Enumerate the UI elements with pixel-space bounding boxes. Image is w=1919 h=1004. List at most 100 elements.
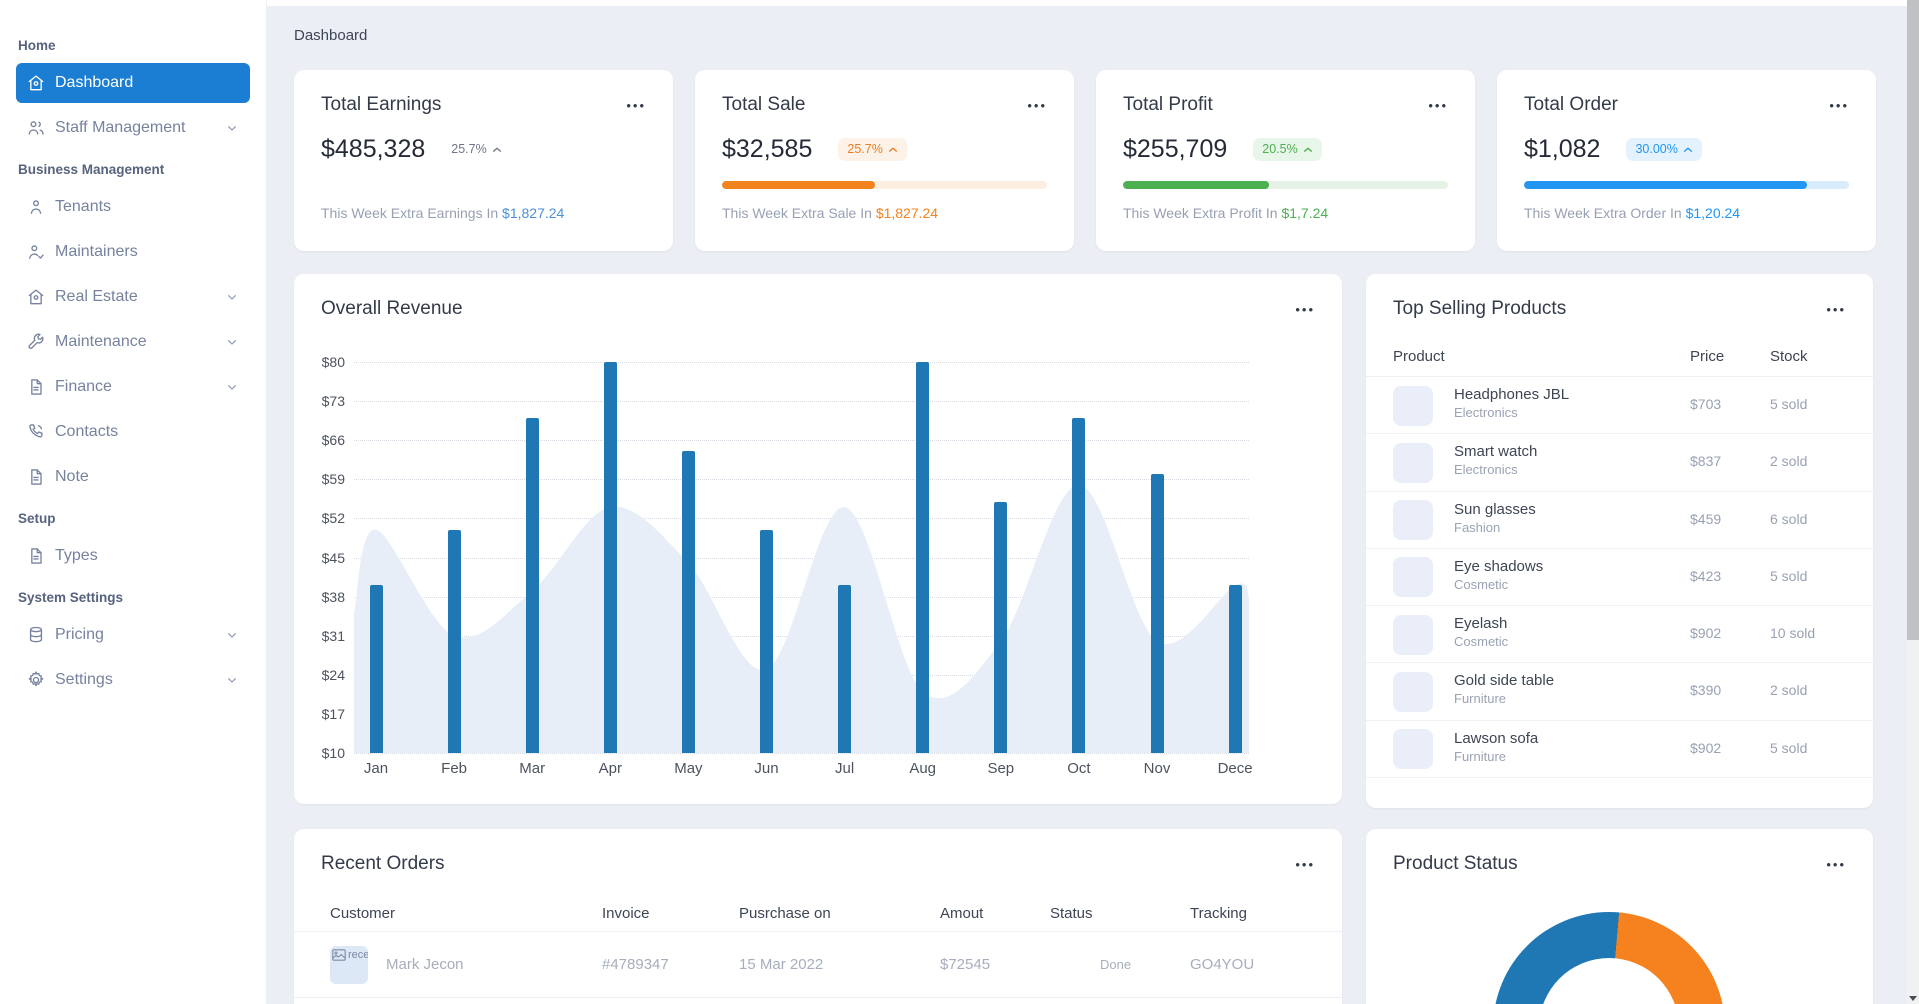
top-strip [267, 0, 1919, 6]
product-row: Eye shadows Cosmetic $423 5 sold [1366, 549, 1873, 607]
product-category: Cosmetic [1454, 634, 1509, 650]
product-name: Sun glasses [1454, 500, 1536, 518]
more-menu-icon[interactable]: ••• [1826, 298, 1846, 321]
person-check-icon [26, 242, 46, 262]
revenue-bar-sep [994, 501, 1008, 753]
stat-value: $1,082 [1524, 135, 1601, 163]
x-axis-label: Mar [519, 760, 546, 777]
revenue-bar-apr [603, 362, 617, 753]
sidebar-item-label: Dashboard [55, 74, 134, 91]
overall-revenue-title: Overall Revenue [321, 298, 463, 319]
y-axis-label: $17 [321, 705, 345, 722]
product-category: Electronics [1454, 462, 1518, 478]
stat-footer-amount: $1,7.24 [1281, 205, 1329, 221]
more-menu-icon[interactable]: ••• [1027, 94, 1047, 117]
column-amout: Amout [940, 905, 984, 922]
stat-footer: This Week Extra Profit In $1,7.24 [1123, 205, 1448, 221]
y-axis-label: $73 [321, 393, 345, 410]
sidebar-item-tenants[interactable]: Tenants [16, 187, 250, 227]
product-price: $459 [1690, 510, 1722, 527]
sidebar-item-pricing[interactable]: Pricing [16, 615, 250, 655]
order-amount: $72545 [940, 956, 991, 973]
revenue-bar-may [681, 451, 695, 753]
sidebar-item-label: Contacts [55, 423, 119, 440]
x-axis-label: May [674, 760, 703, 777]
sidebar-item-real-estate[interactable]: Real Estate [16, 277, 250, 317]
product-price: $390 [1690, 682, 1722, 699]
product-price: $423 [1690, 567, 1722, 584]
column-status: Status [1050, 905, 1093, 922]
stat-footer-text: This Week Extra Earnings In [321, 205, 499, 221]
stat-footer: This Week Extra Order In $1,20.24 [1524, 205, 1849, 221]
more-menu-icon[interactable]: ••• [1428, 94, 1448, 117]
more-menu-icon[interactable]: ••• [1295, 298, 1315, 321]
product-image-placeholder [1393, 442, 1433, 483]
more-menu-icon[interactable]: ••• [1295, 853, 1315, 876]
sidebar-item-contacts[interactable]: Contacts [16, 412, 250, 452]
y-axis-label: $38 [321, 588, 345, 605]
sidebar-item-settings[interactable]: Settings [16, 660, 250, 700]
x-axis-label: Feb [441, 760, 468, 777]
y-axis-label: $24 [321, 666, 345, 683]
revenue-bar-jan [369, 585, 383, 753]
column-invoice: Invoice [602, 905, 650, 922]
progress-fill [1123, 181, 1270, 189]
sidebar-item-maintenance[interactable]: Maintenance [16, 322, 250, 362]
y-axis-label: $31 [321, 627, 345, 644]
scroll-down-arrow-icon[interactable] [1909, 996, 1917, 1001]
more-menu-icon[interactable]: ••• [626, 94, 646, 117]
chevron-down-icon [224, 672, 240, 688]
product-stock: 10 sold [1770, 625, 1816, 642]
chevron-up-icon [1683, 143, 1693, 156]
file-icon [26, 467, 46, 487]
order-purchase-date: 15 Mar 2022 [739, 956, 824, 973]
stat-footer-amount: $1,827.24 [875, 205, 939, 221]
more-menu-icon[interactable]: ••• [1826, 853, 1846, 876]
sidebar-item-types[interactable]: Types [16, 536, 250, 576]
sidebar-item-dashboard[interactable]: Dashboard [16, 63, 250, 103]
broken-image-icon [332, 949, 346, 961]
sidebar-item-label: Maintenance [55, 333, 147, 350]
product-status-card: Product Status ••• [1366, 829, 1873, 1004]
sidebar-item-label: Types [55, 547, 98, 564]
scrollbar-thumb[interactable] [1907, 0, 1919, 640]
sidebar-item-staff-management[interactable]: Staff Management [16, 108, 250, 148]
recent-orders-card: Recent Orders ••• Customer Invoice Pusrcha… [294, 829, 1342, 1004]
stat-footer: This Week Extra Earnings In $1,827.24 [321, 205, 646, 221]
progress-bar [1123, 181, 1448, 189]
stat-footer-text: This Week Extra Sale In [722, 205, 872, 221]
sidebar-item-maintainers[interactable]: Maintainers [16, 232, 250, 272]
mid-row: Overall Revenue ••• $80 $73 $66 $59 $52 $45 $3… [294, 274, 1919, 808]
gear-icon [26, 670, 46, 690]
x-axis-label: Aug [909, 760, 937, 777]
progress-fill [1524, 181, 1807, 189]
sidebar-item-finance[interactable]: Finance [16, 367, 250, 407]
sidebar-item-note[interactable]: Note [16, 457, 250, 497]
more-menu-icon[interactable]: ••• [1829, 94, 1849, 117]
order-status: Done [1100, 957, 1132, 972]
y-axis-label: $80 [321, 354, 345, 370]
y-axis-label: $52 [321, 510, 345, 527]
scrollbar[interactable] [1907, 0, 1919, 1004]
avatar-alt-text: rece [348, 949, 368, 961]
order-row: rece Mark Jecon #4789347 15 Mar 2022 $72545 D… [294, 932, 1342, 998]
delta-value: 25.7% [451, 142, 487, 157]
chevron-up-icon [888, 143, 898, 156]
product-name: Eyelash [1454, 615, 1508, 633]
products-table-header: Product Price Stock [1366, 344, 1873, 377]
revenue-bar-aug [916, 362, 930, 753]
product-row: Smart watch Electronics $837 2 sold [1366, 434, 1873, 492]
stat-title: Total Sale [722, 94, 806, 115]
x-axis-label: Jul [835, 760, 855, 777]
product-stock: 2 sold [1770, 453, 1808, 470]
order-invoice: #4789347 [602, 956, 669, 973]
revenue-bar-jul [838, 585, 852, 753]
people-icon [26, 118, 46, 138]
x-axis-label: Dece [1217, 760, 1253, 777]
product-price: $902 [1690, 625, 1722, 642]
stat-card-total-profit: Total Profit ••• $255,709 20.5% This Week Ex… [1096, 70, 1475, 251]
x-axis-label: Sep [987, 760, 1015, 777]
delta-badge: 20.5% [1253, 138, 1322, 161]
overall-revenue-card: Overall Revenue ••• $80 $73 $66 $59 $52 $45 $3… [294, 274, 1342, 804]
delta-value: 20.5% [1262, 142, 1298, 157]
